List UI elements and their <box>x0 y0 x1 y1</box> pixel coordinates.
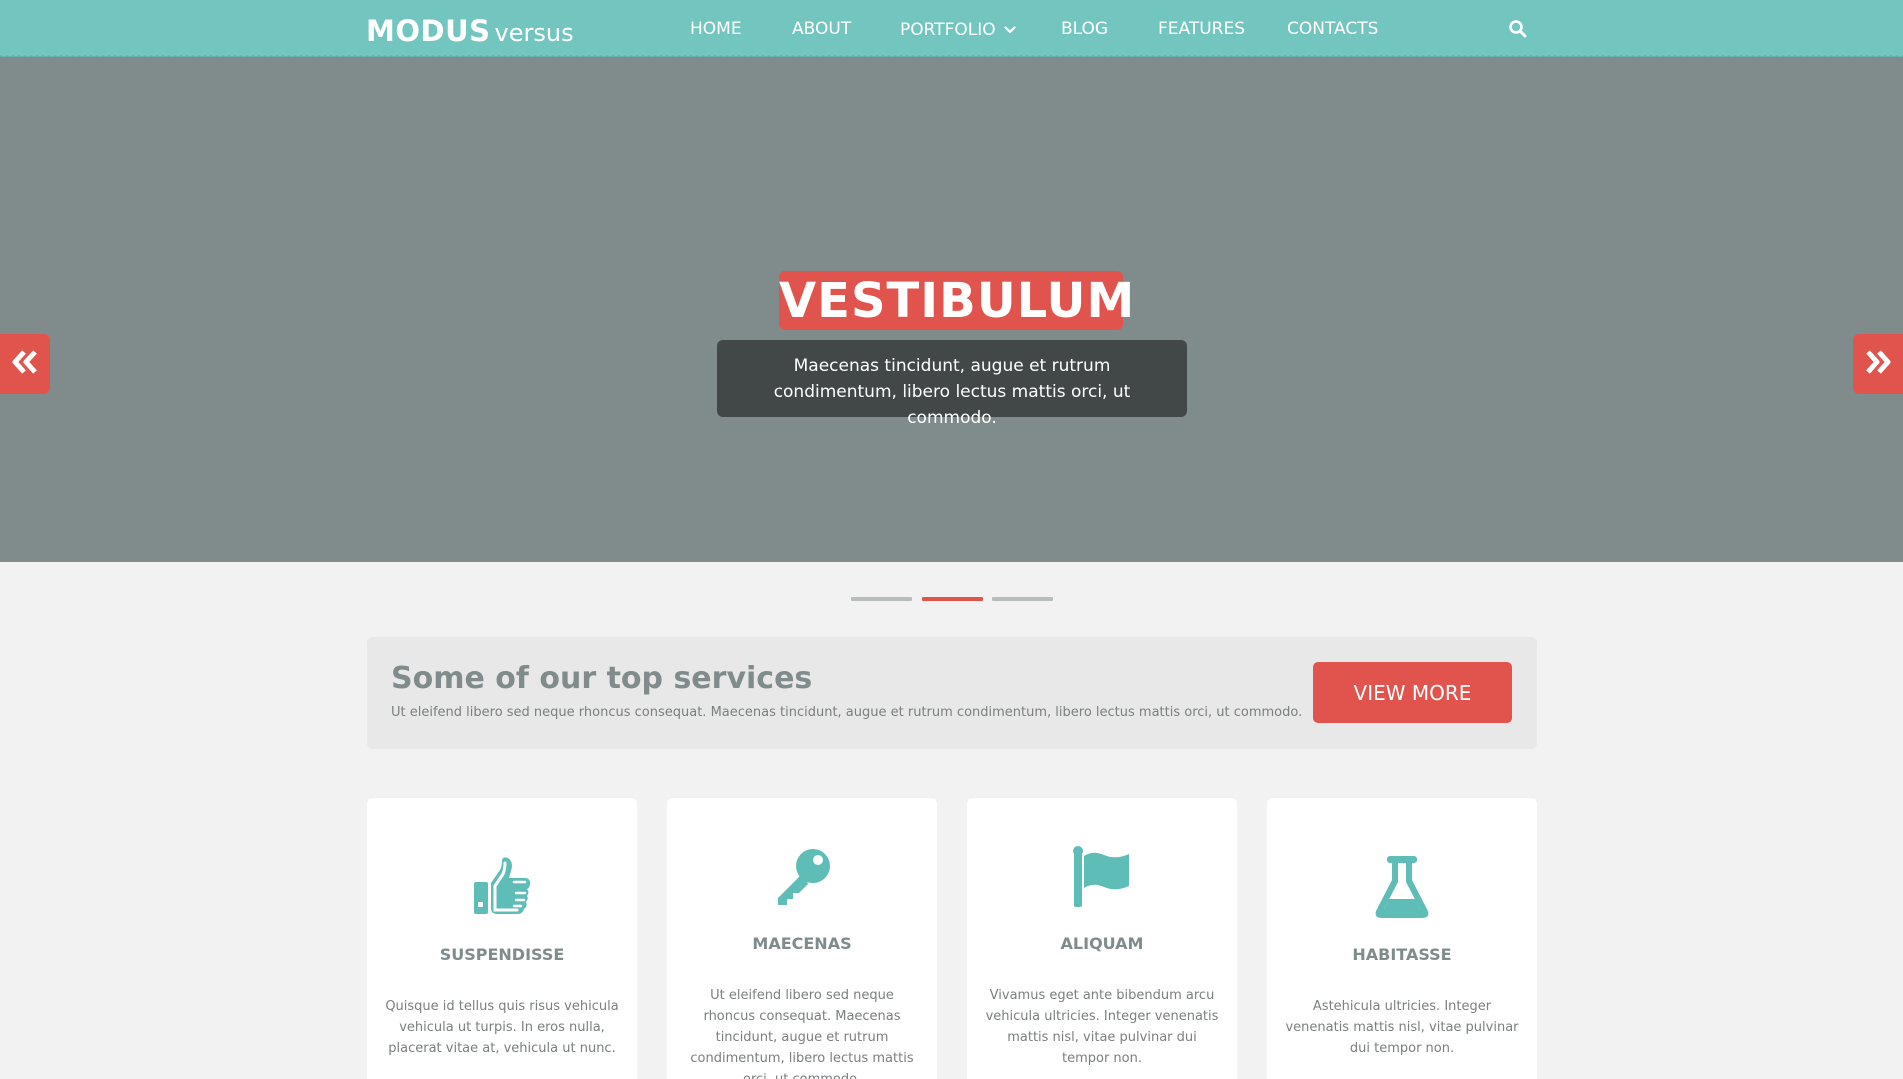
slider-next-button[interactable] <box>1853 334 1903 394</box>
double-chevron-left-icon <box>10 349 40 380</box>
nav-item-portfolio[interactable]: PORTFOLIO <box>900 0 1016 57</box>
slider-dot-1[interactable] <box>851 597 912 601</box>
services-banner: Some of our top services Ut eleifend lib… <box>367 637 1537 749</box>
card-text: Vivamus eget ante bibendum arcu vehicula… <box>985 988 1219 1066</box>
card-title: ALIQUAM <box>1060 934 1144 953</box>
hero-caption: Maecenas tincidunt, augue et rutrum cond… <box>717 340 1187 428</box>
slider-dot-3[interactable] <box>992 597 1053 601</box>
hero-slider: VESTIBULUM Maecenas tincidunt, augue et … <box>0 57 1903 562</box>
top-navbar: MODUS versus HOME ABOUT PORTFOLIO BLOG FE… <box>0 0 1903 57</box>
slider-dot-2[interactable] <box>922 597 983 601</box>
card-title: HABITASSE <box>1352 945 1452 964</box>
nav-item-home[interactable]: HOME <box>690 0 742 57</box>
service-card-aliquam: ALIQUAM Vivamus eget ante bibendum arcu … <box>967 798 1237 1079</box>
card-title: MAECENAS <box>752 934 852 953</box>
view-more-button[interactable]: VIEW MORE <box>1313 662 1512 723</box>
service-card-habitasse: HABITASSE Astehicula ultricies. Integer … <box>1267 798 1537 1079</box>
thumbs-up-icon <box>367 856 637 918</box>
hero-title: VESTIBULUM <box>779 271 1136 330</box>
services-title: Some of our top services <box>391 661 813 696</box>
card-text: Astehicula ultricies. Integer venenatis … <box>1285 999 1519 1056</box>
logo-bold-text: MODUS <box>366 14 491 48</box>
logo-light-text: versus <box>494 19 574 47</box>
service-card-maecenas: MAECENAS Ut eleifend libero sed neque rh… <box>667 798 937 1079</box>
site-logo[interactable]: MODUS versus <box>366 14 574 48</box>
nav-item-contacts[interactable]: CONTACTS <box>1287 0 1378 57</box>
card-text: Quisque id tellus quis risus vehicula ve… <box>385 999 619 1056</box>
key-icon <box>667 846 937 908</box>
chevron-down-icon <box>1004 0 1016 59</box>
services-description: Ut eleifend libero sed neque rhoncus con… <box>391 705 1303 720</box>
flag-icon <box>967 846 1237 908</box>
service-card-suspendisse: SUSPENDISSE Quisque id tellus quis risus… <box>367 798 637 1079</box>
search-icon[interactable] <box>1508 19 1528 39</box>
nav-item-features[interactable]: FEATURES <box>1158 0 1245 57</box>
flask-icon <box>1267 856 1537 920</box>
nav-item-about[interactable]: ABOUT <box>792 0 851 57</box>
card-text: Ut eleifend libero sed neque rhoncus con… <box>690 988 914 1079</box>
nav-item-portfolio-label: PORTFOLIO <box>900 20 996 40</box>
double-chevron-right-icon <box>1863 349 1893 380</box>
slider-prev-button[interactable] <box>0 334 50 394</box>
nav-item-blog[interactable]: BLOG <box>1061 0 1108 57</box>
card-title: SUSPENDISSE <box>439 945 565 964</box>
